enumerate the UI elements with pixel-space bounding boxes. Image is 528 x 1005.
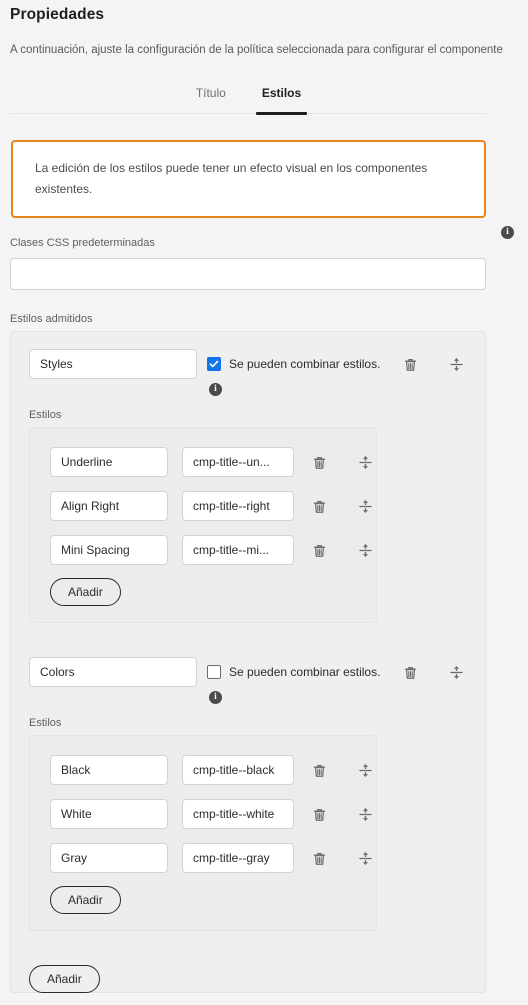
page-subtitle: A continuación, ajuste la configuración … bbox=[10, 44, 503, 56]
page-title: Propiedades bbox=[10, 6, 105, 23]
style-group-colors: Se pueden combinar estilos. bbox=[29, 657, 469, 931]
styles-sublabel: Estilos bbox=[29, 717, 62, 729]
warning-text: La edición de los estilos puede tener un… bbox=[35, 161, 428, 196]
style-group-header: Se pueden combinar estilos. bbox=[29, 657, 469, 704]
style-row-actions bbox=[306, 843, 378, 873]
style-row-actions bbox=[306, 755, 378, 785]
tab-titulo[interactable]: Título bbox=[190, 84, 232, 114]
style-class-input[interactable] bbox=[182, 491, 294, 521]
style-class-input[interactable] bbox=[182, 755, 294, 785]
style-name-input[interactable] bbox=[50, 491, 168, 521]
style-name-input[interactable] bbox=[50, 447, 168, 477]
style-group-header: Se pueden combinar estilos. bbox=[29, 349, 469, 396]
drag-handle-icon[interactable] bbox=[352, 845, 378, 871]
style-row bbox=[50, 491, 372, 521]
drag-handle-icon[interactable] bbox=[352, 449, 378, 475]
group-name-input[interactable] bbox=[29, 349, 197, 379]
style-row-actions bbox=[306, 491, 378, 521]
style-name-input[interactable] bbox=[50, 843, 168, 873]
styles-sublabel: Estilos bbox=[29, 409, 62, 421]
trash-icon[interactable] bbox=[306, 845, 332, 871]
tab-estilos[interactable]: Estilos bbox=[255, 84, 308, 115]
add-group-button[interactable]: Añadir bbox=[29, 965, 100, 993]
style-class-input[interactable] bbox=[182, 535, 294, 565]
style-row bbox=[50, 755, 372, 785]
drag-handle-icon[interactable] bbox=[352, 801, 378, 827]
trash-icon[interactable] bbox=[397, 351, 423, 377]
combinable-checkbox[interactable] bbox=[207, 357, 221, 371]
info-icon[interactable]: i bbox=[209, 691, 222, 704]
style-row-actions bbox=[306, 535, 378, 565]
supported-styles-label: Estilos admitidos bbox=[10, 313, 93, 325]
style-name-input[interactable] bbox=[50, 755, 168, 785]
drag-handle-icon[interactable] bbox=[443, 659, 469, 685]
style-row bbox=[50, 799, 372, 829]
style-class-input[interactable] bbox=[182, 799, 294, 829]
group-name-input[interactable] bbox=[29, 657, 197, 687]
combinable-label: Se pueden combinar estilos. bbox=[229, 665, 381, 679]
style-row bbox=[50, 843, 372, 873]
trash-icon[interactable] bbox=[306, 801, 332, 827]
trash-icon[interactable] bbox=[397, 659, 423, 685]
warning-banner: La edición de los estilos puede tener un… bbox=[11, 140, 486, 218]
combinable-checkbox[interactable] bbox=[207, 665, 221, 679]
style-class-input[interactable] bbox=[182, 843, 294, 873]
trash-icon[interactable] bbox=[306, 449, 332, 475]
style-row-actions bbox=[306, 799, 378, 829]
style-class-input[interactable] bbox=[182, 447, 294, 477]
group-row-actions bbox=[397, 349, 469, 379]
add-style-button[interactable]: Añadir bbox=[50, 578, 121, 606]
supported-styles-panel: Se pueden combinar estilos. bbox=[10, 331, 486, 993]
trash-icon[interactable] bbox=[306, 537, 332, 563]
drag-handle-icon[interactable] bbox=[352, 757, 378, 783]
style-name-input[interactable] bbox=[50, 799, 168, 829]
styles-list-panel: Añadir bbox=[29, 735, 377, 931]
properties-panel: Propiedades A continuación, ajuste la co… bbox=[0, 0, 528, 1005]
combinable-toggle[interactable]: Se pueden combinar estilos. bbox=[207, 349, 380, 379]
trash-icon[interactable] bbox=[306, 493, 332, 519]
style-row bbox=[50, 447, 372, 477]
style-row bbox=[50, 535, 372, 565]
drag-handle-icon[interactable] bbox=[352, 493, 378, 519]
tab-bar: Título Estilos bbox=[10, 84, 487, 122]
combinable-label: Se pueden combinar estilos. bbox=[229, 357, 381, 371]
drag-handle-icon[interactable] bbox=[443, 351, 469, 377]
style-row-actions bbox=[306, 447, 378, 477]
css-classes-label: Clases CSS predeterminadas bbox=[10, 237, 155, 249]
trash-icon[interactable] bbox=[306, 757, 332, 783]
combinable-toggle[interactable]: Se pueden combinar estilos. bbox=[207, 657, 380, 687]
add-style-button[interactable]: Añadir bbox=[50, 886, 121, 914]
tab-divider bbox=[10, 113, 487, 114]
style-group-styles: Se pueden combinar estilos. bbox=[29, 349, 469, 623]
info-icon[interactable]: i bbox=[209, 383, 222, 396]
styles-list-panel: Añadir bbox=[29, 427, 377, 623]
css-classes-input[interactable] bbox=[10, 258, 486, 290]
style-name-input[interactable] bbox=[50, 535, 168, 565]
info-icon[interactable]: i bbox=[501, 226, 514, 239]
group-row-actions bbox=[397, 657, 469, 687]
drag-handle-icon[interactable] bbox=[352, 537, 378, 563]
